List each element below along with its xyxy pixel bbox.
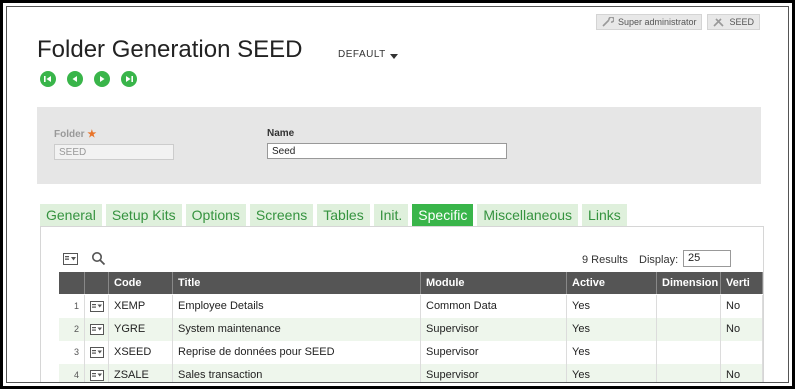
tab-bar: General Setup Kits Options Screens Table… — [40, 204, 627, 226]
folder-label-text: Folder — [54, 129, 85, 140]
user-role-label: Super administrator — [617, 17, 697, 27]
cell-active: Yes — [567, 341, 657, 364]
user-role-button[interactable]: Super administrator — [595, 14, 703, 30]
next-record-icon — [100, 76, 105, 82]
app-window: Super administrator SEED Folder Generati… — [6, 6, 789, 383]
user-folder-label: SEED — [729, 17, 754, 27]
col-actions — [85, 272, 109, 294]
cell-dimension — [657, 318, 721, 341]
row-number: 3 — [59, 341, 85, 364]
tab-setup-kits[interactable]: Setup Kits — [105, 204, 182, 226]
cell-title: Sales transaction — [173, 364, 421, 382]
cell-module: Supervisor — [421, 341, 567, 364]
row-menu-icon — [89, 347, 104, 358]
folder-label: Folder ★ — [54, 129, 96, 140]
cell-active: Yes — [567, 295, 657, 318]
row-number: 1 — [59, 295, 85, 318]
record-navigation — [40, 71, 137, 87]
specific-tab-panel: 9 Results Display: 25 Code Title Module … — [40, 226, 764, 382]
row-number: 2 — [59, 318, 85, 341]
tab-options[interactable]: Options — [185, 204, 246, 226]
variant-label: DEFAULT — [338, 49, 386, 60]
row-menu-icon — [89, 324, 104, 335]
cell-verti: No — [721, 364, 763, 382]
row-menu-button[interactable] — [85, 364, 109, 382]
col-module[interactable]: Module — [421, 272, 567, 294]
row-menu-button[interactable] — [85, 318, 109, 341]
table-row[interactable]: 1 XEMP Employee Details Common Data Yes … — [59, 295, 763, 318]
col-code[interactable]: Code — [109, 272, 173, 294]
row-menu-icon — [89, 301, 104, 312]
grid-menu-icon[interactable] — [63, 253, 78, 265]
name-label: Name — [267, 128, 295, 139]
search-icon[interactable] — [91, 251, 106, 266]
user-folder-button[interactable]: SEED — [707, 14, 760, 30]
table-row[interactable]: 4 ZSALE Sales transaction Supervisor Yes… — [59, 364, 763, 382]
tab-tables[interactable]: Tables — [317, 204, 370, 226]
row-menu-button[interactable] — [85, 295, 109, 318]
row-menu-button[interactable] — [85, 341, 109, 364]
col-rownum — [59, 272, 85, 294]
first-record-button[interactable] — [40, 71, 56, 87]
page-title: Folder Generation SEED — [37, 36, 303, 63]
table-row[interactable]: 2 YGRE System maintenance Supervisor Yes… — [59, 318, 763, 341]
row-menu-icon — [89, 370, 104, 381]
cell-dimension — [657, 364, 721, 382]
key-section: Folder ★ SEED Name Seed — [37, 107, 761, 184]
tab-specific[interactable]: Specific — [412, 204, 474, 226]
cell-code: ZSALE — [109, 364, 173, 382]
display-label: Display: — [639, 254, 679, 266]
col-active[interactable]: Active — [567, 272, 657, 294]
tab-links[interactable]: Links — [582, 204, 627, 226]
tab-general[interactable]: General — [40, 204, 102, 226]
last-record-icon — [126, 76, 133, 82]
cell-code: YGRE — [109, 318, 173, 341]
cell-module: Supervisor — [421, 364, 567, 382]
cell-active: Yes — [567, 318, 657, 341]
cell-title: System maintenance — [173, 318, 421, 341]
col-verti[interactable]: Verti — [721, 272, 763, 294]
name-field[interactable]: Seed — [267, 143, 507, 159]
variant-selector[interactable]: DEFAULT — [338, 49, 398, 60]
chevron-down-icon — [389, 54, 398, 59]
col-dimension[interactable]: Dimension — [657, 272, 721, 294]
last-record-button[interactable] — [121, 71, 137, 87]
cell-dimension — [657, 341, 721, 364]
display-count-input[interactable]: 25 — [683, 250, 731, 267]
previous-record-icon — [72, 76, 77, 82]
cell-module: Supervisor — [421, 318, 567, 341]
col-title[interactable]: Title — [173, 272, 421, 294]
results-count: 9 Results — [582, 254, 628, 266]
required-star-icon: ★ — [87, 129, 97, 140]
cell-active: Yes — [567, 364, 657, 382]
cell-code: XEMP — [109, 295, 173, 318]
tab-miscellaneous[interactable]: Miscellaneous — [477, 204, 579, 226]
row-number: 4 — [59, 364, 85, 382]
next-record-button[interactable] — [94, 71, 110, 87]
cell-module: Common Data — [421, 295, 567, 318]
tab-screens[interactable]: Screens — [249, 204, 314, 226]
screenshot-frame: Super administrator SEED Folder Generati… — [0, 0, 795, 389]
cell-title: Reprise de données pour SEED — [173, 341, 421, 364]
tools-icon — [713, 18, 725, 27]
cell-verti: No — [721, 318, 763, 341]
cell-title: Employee Details — [173, 295, 421, 318]
cell-verti — [721, 341, 763, 364]
tab-init[interactable]: Init. — [373, 204, 409, 226]
previous-record-button[interactable] — [67, 71, 83, 87]
folder-field: SEED — [54, 144, 174, 160]
grid-header: Code Title Module Active Dimension Verti — [59, 272, 763, 294]
table-row[interactable]: 3 XSEED Reprise de données pour SEED Sup… — [59, 341, 763, 364]
cell-code: XSEED — [109, 341, 173, 364]
wrench-icon — [602, 17, 614, 27]
user-bar: Super administrator SEED — [595, 14, 760, 30]
cell-verti: No — [721, 295, 763, 318]
cell-dimension — [657, 295, 721, 318]
first-record-icon — [44, 76, 51, 82]
